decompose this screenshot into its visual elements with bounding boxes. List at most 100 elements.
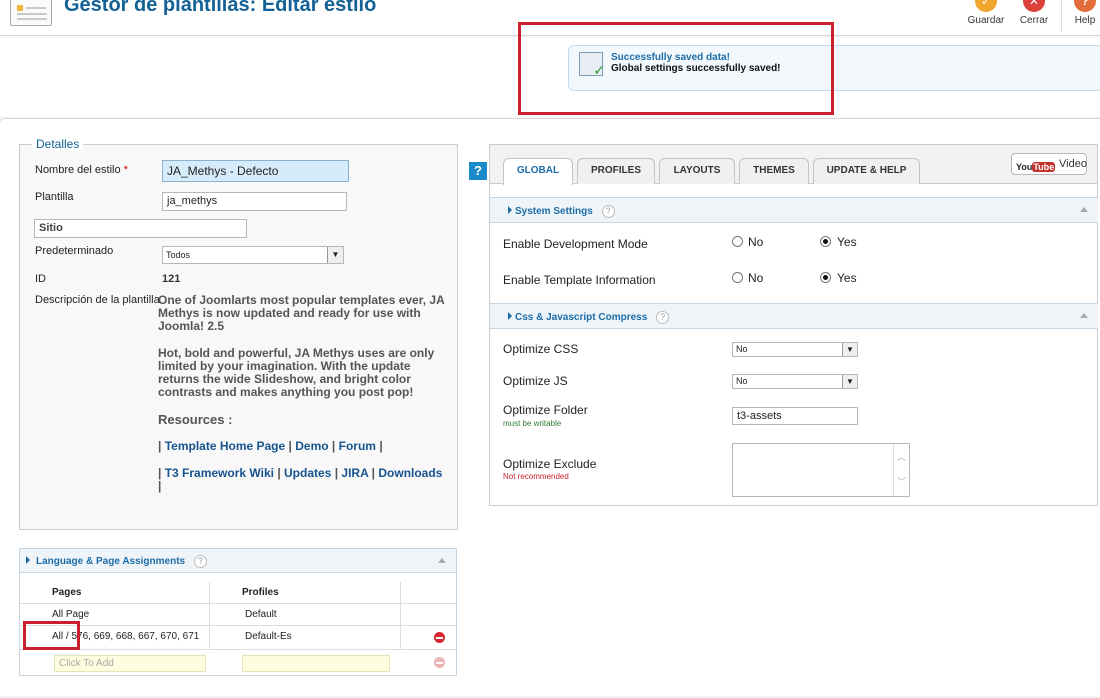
- jira-link[interactable]: JIRA: [341, 466, 368, 480]
- resource-links-row-1: | Template Home Page | Demo | Forum |: [158, 439, 383, 453]
- help-question-icon[interactable]: ?: [601, 205, 615, 218]
- details-legend: Detalles: [32, 137, 84, 151]
- profile-cell[interactable]: Default-Es: [210, 626, 401, 649]
- close-button-label: Cerrar: [1019, 15, 1049, 26]
- resources-title: Resources :: [158, 412, 233, 427]
- system-settings-title: System Settings: [515, 206, 593, 217]
- id-value: 121: [162, 273, 181, 285]
- dev-mode-no-label: No: [748, 235, 764, 249]
- table-row: All Page Default: [20, 604, 456, 626]
- scroll-up-icon[interactable]: ︿: [894, 450, 909, 463]
- profiles-column-header: Profiles: [210, 582, 401, 603]
- description-label: Descripción de la plantilla: [35, 294, 160, 306]
- add-page-input[interactable]: Click To Add: [54, 655, 206, 672]
- table-row: All / 576, 669, 668, 667, 670, 671 Defau…: [20, 626, 456, 650]
- default-select[interactable]: Todos ▼: [162, 246, 344, 264]
- optimize-css-select[interactable]: No ▼: [732, 342, 858, 357]
- template-info-yes-label: Yes: [837, 271, 857, 285]
- default-label: Predeterminado: [35, 245, 114, 257]
- template-home-link[interactable]: Template Home Page: [165, 439, 285, 453]
- style-name-label: Nombre del estilo *: [35, 164, 128, 176]
- template-info-yes-radio[interactable]: [820, 272, 831, 283]
- highlight-box-message: [518, 22, 834, 115]
- dev-mode-yes-label: Yes: [837, 235, 857, 249]
- resource-links-row-2: | T3 Framework Wiki | Updates | JIRA | D…: [158, 466, 443, 493]
- collapse-caret-icon[interactable]: [1080, 313, 1088, 318]
- language-page-assignments-panel: Language & Page Assignments ? Pages Prof…: [19, 548, 457, 676]
- video-label: Video: [1059, 158, 1087, 170]
- add-profile-input[interactable]: [242, 655, 390, 672]
- expand-arrow-icon: [508, 206, 512, 214]
- youtube-icon: YouTube: [1016, 162, 1056, 172]
- textarea-scrollbar[interactable]: ︿ ﹀: [893, 444, 909, 496]
- optimize-folder-input[interactable]: t3-assets: [732, 407, 858, 425]
- table-header-row: Pages Profiles: [20, 582, 456, 604]
- description-paragraph-1: One of Joomlarts most popular templates …: [158, 293, 445, 333]
- lang-panel-title: Language & Page Assignments: [36, 556, 186, 567]
- tab-global[interactable]: GLOBAL: [503, 158, 573, 185]
- profile-cell: Default: [210, 604, 401, 625]
- settings-tabs: GLOBAL PROFILES LAYOUTS THEMES UPDATE & …: [490, 145, 1097, 185]
- page-title: Gestor de plantillas: Editar estilo: [64, 0, 377, 16]
- css-js-compress-header[interactable]: Css & Javascript Compress ?: [490, 303, 1098, 329]
- collapse-caret-icon[interactable]: [438, 558, 446, 563]
- expand-arrow-icon: [26, 556, 30, 564]
- chevron-down-icon: ▼: [327, 247, 343, 263]
- help-button-label: Help: [1074, 15, 1096, 26]
- help-icon: ?: [1074, 0, 1096, 12]
- tab-update-help[interactable]: UPDATE & HELP: [813, 158, 920, 184]
- optimize-js-label: Optimize JS: [503, 374, 568, 388]
- optimize-folder-note: must be writable: [503, 419, 562, 428]
- tab-profiles[interactable]: PROFILES: [577, 158, 655, 184]
- template-input[interactable]: ja_methys: [162, 192, 347, 211]
- optimize-css-value: No: [736, 344, 748, 354]
- help-button[interactable]: ? Help: [1061, 0, 1100, 32]
- expand-arrow-icon: [508, 312, 512, 320]
- lang-panel-header[interactable]: Language & Page Assignments ?: [20, 549, 456, 573]
- tab-themes[interactable]: THEMES: [739, 158, 809, 184]
- remove-row-icon[interactable]: [434, 632, 445, 643]
- collapse-caret-icon[interactable]: [1080, 207, 1088, 212]
- demo-link[interactable]: Demo: [295, 439, 328, 453]
- tab-layouts[interactable]: LAYOUTS: [659, 158, 735, 184]
- pages-column-header: Pages: [20, 582, 210, 603]
- optimize-folder-label: Optimize Folder: [503, 403, 588, 417]
- forum-link[interactable]: Forum: [339, 439, 376, 453]
- help-question-button[interactable]: ?: [469, 162, 487, 180]
- video-button[interactable]: YouTube Video: [1011, 153, 1087, 175]
- template-label: Plantilla: [35, 191, 74, 203]
- template-info-no-radio[interactable]: [732, 272, 743, 283]
- t3-wiki-link[interactable]: T3 Framework Wiki: [165, 466, 274, 480]
- template-info-no-label: No: [748, 271, 764, 285]
- system-settings-header[interactable]: System Settings ?: [490, 197, 1098, 223]
- chevron-down-icon: ▼: [842, 375, 857, 388]
- downloads-link[interactable]: Downloads: [378, 466, 442, 480]
- dev-mode-yes-radio[interactable]: [820, 236, 831, 247]
- updates-link[interactable]: Updates: [284, 466, 331, 480]
- optimize-exclude-note: Not recommended: [503, 472, 569, 481]
- optimize-js-select[interactable]: No ▼: [732, 374, 858, 389]
- save-button-label: Guardar: [967, 15, 1005, 26]
- highlight-box-page-cell: [23, 621, 80, 650]
- default-select-value: Todos: [166, 250, 191, 260]
- style-name-input[interactable]: JA_Methys - Defecto: [162, 160, 349, 182]
- optimize-css-label: Optimize CSS: [503, 342, 579, 356]
- chevron-down-icon: ▼: [842, 343, 857, 356]
- template-manager-icon: [10, 0, 52, 26]
- css-js-compress-title: Css & Javascript Compress: [515, 312, 648, 323]
- description-paragraph-2: Hot, bold and powerful, JA Methys uses a…: [158, 346, 435, 399]
- template-description: One of Joomlarts most popular templates …: [158, 294, 448, 507]
- remove-row-icon[interactable]: [434, 657, 445, 668]
- optimize-exclude-textarea[interactable]: ︿ ﹀: [732, 443, 910, 497]
- save-button[interactable]: ✓ Guardar: [960, 0, 1012, 32]
- scroll-down-icon[interactable]: ﹀: [894, 475, 909, 488]
- close-button[interactable]: ✕ Cerrar: [1008, 0, 1060, 32]
- id-label: ID: [35, 273, 46, 285]
- dev-mode-no-radio[interactable]: [732, 236, 743, 247]
- site-field[interactable]: Sitio: [34, 219, 247, 238]
- dev-mode-label: Enable Development Mode: [503, 237, 648, 251]
- template-info-label: Enable Template Information: [503, 273, 656, 287]
- optimize-exclude-label: Optimize Exclude: [503, 457, 597, 471]
- help-question-icon[interactable]: ?: [656, 311, 670, 324]
- help-question-icon[interactable]: ?: [193, 555, 207, 568]
